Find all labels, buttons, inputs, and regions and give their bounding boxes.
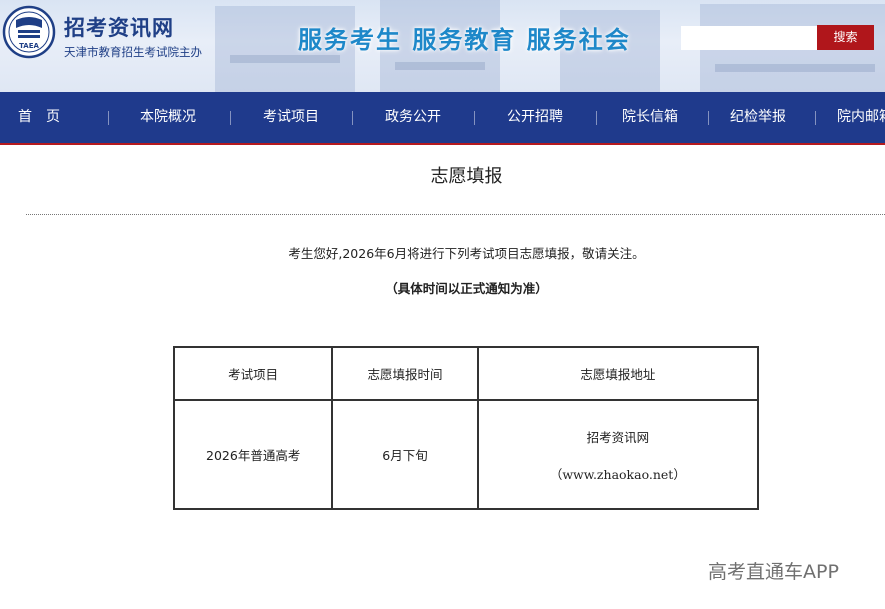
header-address: 志愿填报地址 (476, 346, 760, 401)
nav-separator (474, 111, 475, 125)
address-site-name: 招考资讯网 (586, 429, 650, 445)
header-exam: 考试项目 (172, 346, 334, 401)
slogan: 服务考生 服务教育 服务社会 (298, 25, 631, 54)
title-divider (26, 214, 885, 215)
logo-text: TAEA (19, 42, 39, 50)
nav-item-exams[interactable]: 考试项目 (263, 92, 319, 143)
site-subtitle: 天津市教育招生考试院主办 (64, 45, 202, 59)
cell-exam: 2026年普通高考 (172, 399, 334, 510)
banner-window (715, 64, 875, 72)
nav-item-about[interactable]: 本院概况 (140, 92, 196, 143)
site-title[interactable]: 招考资讯网 (64, 12, 174, 42)
exam-schedule-table: 考试项目 志愿填报时间 志愿填报地址 2026年普通高考 6月下旬 招考资讯网 … (172, 346, 760, 510)
nav-item-public-affairs[interactable]: 政务公开 (385, 92, 441, 143)
cell-time: 6月下旬 (331, 399, 479, 510)
nav-separator (108, 111, 109, 125)
notice-disclaimer: （具体时间以正式通知为准） (385, 281, 548, 296)
nav-item-recruitment[interactable]: 公开招聘 (507, 92, 563, 143)
page-title: 志愿填报 (430, 166, 503, 187)
banner-window (395, 62, 485, 70)
nav-separator (596, 111, 597, 125)
watermark: 高考直通车APP (708, 561, 839, 583)
header-banner: TAEA 招考资讯网 天津市教育招生考试院主办 服务考生 服务教育 服务社会 搜… (0, 0, 885, 92)
main-nav: 首 页 本院概况 考试项目 政务公开 公开招聘 院长信箱 纪检举报 院内邮箱 (0, 92, 885, 145)
nav-item-home[interactable]: 首 页 (18, 92, 60, 143)
search-button[interactable]: 搜索 (817, 25, 874, 50)
nav-separator (815, 111, 816, 125)
table-header-row: 考试项目 志愿填报时间 志愿填报地址 (172, 346, 760, 401)
nav-separator (708, 111, 709, 125)
nav-separator (352, 111, 353, 125)
nav-item-internal-mail[interactable]: 院内邮箱 (837, 92, 885, 143)
cell-address: 招考资讯网 （www.zhaokao.net） (476, 399, 760, 510)
banner-window (230, 55, 340, 63)
header-time: 志愿填报时间 (331, 346, 479, 401)
nav-item-report[interactable]: 纪检举报 (730, 92, 786, 143)
nav-item-president-mailbox[interactable]: 院长信箱 (622, 92, 678, 143)
taea-logo-icon[interactable]: TAEA (2, 4, 56, 62)
table-row: 2026年普通高考 6月下旬 招考资讯网 （www.zhaokao.net） (172, 399, 760, 510)
address-site-url[interactable]: （www.zhaokao.net） (479, 464, 757, 483)
nav-separator (230, 111, 231, 125)
search-input[interactable] (681, 26, 817, 50)
notice-text: 考生您好,2026年6月将进行下列考试项目志愿填报，敬请关注。 (288, 246, 645, 261)
